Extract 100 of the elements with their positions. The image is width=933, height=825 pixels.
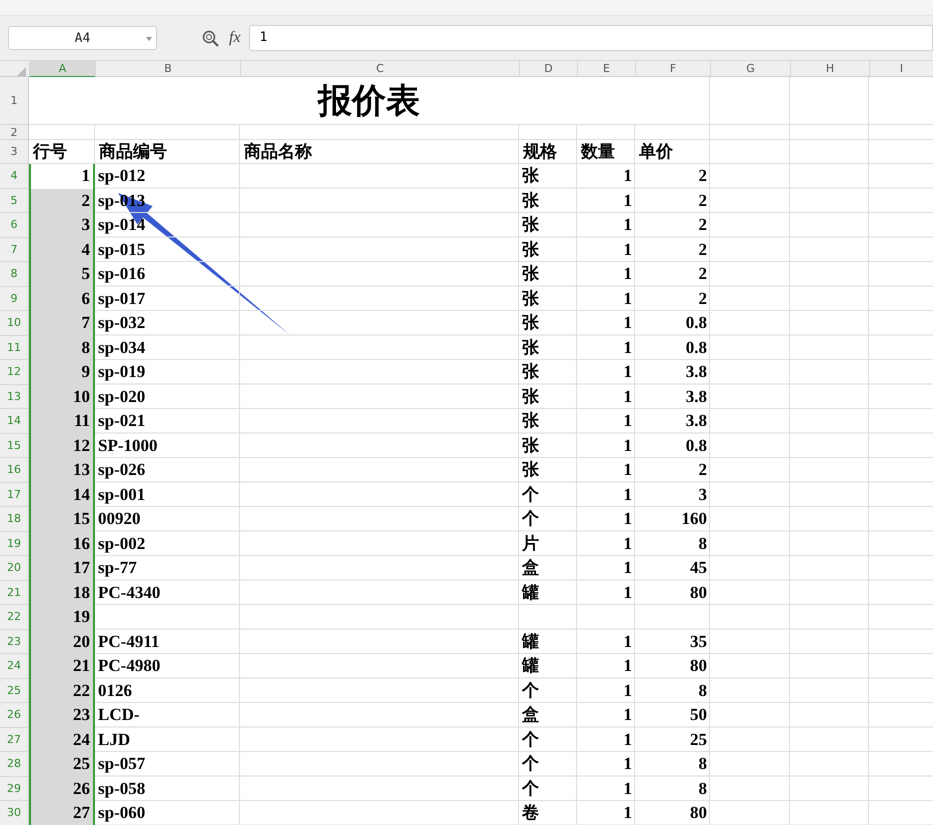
table-cell: 9 (29, 360, 95, 384)
table-cell-text: 个 (520, 508, 540, 530)
row-header[interactable]: 24 (0, 654, 29, 678)
row-header[interactable]: 25 (0, 678, 29, 703)
table-cell-text: 2 (698, 190, 708, 212)
table-cell-text: 张 (521, 410, 540, 432)
row-header[interactable]: 19 (0, 532, 29, 556)
column-header[interactable]: A (29, 61, 95, 78)
row-header[interactable]: 27 (0, 728, 29, 752)
row-header[interactable]: 7 (0, 238, 29, 262)
function-button[interactable]: fx (229, 29, 241, 47)
caret-icon (146, 37, 152, 41)
table-cell-text: 1 (622, 802, 633, 824)
table-cell-text: PC-4980 (97, 655, 162, 677)
table-cell-text: 1 (622, 484, 633, 506)
table-cell-text: 80 (689, 655, 708, 677)
table-cell-text: sp-012 (97, 165, 146, 187)
column-title: 规格 (523, 141, 557, 163)
table-cell-text: 张 (521, 214, 540, 236)
table-cell-text: sp-016 (97, 263, 146, 285)
row-header[interactable]: 4 (0, 164, 29, 188)
table-cell-text: 1 (622, 288, 633, 310)
table-cell-text: 1 (622, 214, 633, 236)
row-header[interactable]: 21 (0, 580, 29, 605)
table-cell-text: 1 (622, 630, 633, 652)
column-title: 商品编号 (99, 141, 167, 163)
table-cell-text: 25 (689, 728, 708, 750)
row-header[interactable]: 26 (0, 703, 29, 728)
table-cell-text: sp-002 (97, 532, 146, 555)
row-header[interactable]: 2 (0, 125, 29, 140)
table-cell-text: sp-77 (97, 557, 138, 579)
table-cell-text: SP-1000 (97, 434, 158, 456)
table-cell-text: 个 (520, 753, 540, 775)
row-header[interactable]: 1 (0, 77, 29, 125)
row-header[interactable]: 30 (0, 801, 29, 825)
table-cell-text: LJD (97, 728, 132, 750)
table-cell: 7 (29, 311, 95, 336)
table-cell-text: 0.8 (684, 312, 708, 334)
table-cell: 10 (29, 384, 95, 409)
table-cell-text: 0.8 (684, 434, 708, 456)
column-title: 单价 (639, 141, 673, 163)
row-header[interactable]: 28 (0, 752, 29, 776)
column-title: 数量 (581, 141, 615, 163)
name-box[interactable]: A4 (8, 26, 157, 50)
row-header[interactable]: 6 (0, 213, 29, 238)
row-header[interactable]: 17 (0, 482, 29, 507)
table-cell-text: 0.8 (684, 336, 708, 358)
table-cell-text: 80 (689, 802, 708, 824)
table-cell-text: 张 (521, 459, 540, 481)
table-cell-text: 张 (521, 165, 540, 187)
table-cell: 6 (29, 286, 95, 311)
table-cell-text: 0126 (97, 680, 133, 702)
table-cell-text: sp-032 (97, 312, 146, 334)
table-cell: 22 (29, 678, 95, 703)
table-cell-text: 个 (520, 484, 540, 506)
row-header[interactable]: 18 (0, 507, 29, 532)
table-cell-text: 张 (521, 263, 540, 285)
table-cell-text: 1 (622, 434, 633, 456)
row-header[interactable]: 9 (0, 286, 29, 311)
table-cell-text: 1 (622, 459, 633, 481)
table-cell: 18 (29, 580, 95, 605)
table-cell-text: 1 (622, 410, 633, 432)
table-cell-text: 1 (622, 680, 633, 702)
row-header[interactable]: 5 (0, 188, 29, 213)
table-cell: 19 (29, 605, 95, 630)
row-header[interactable]: 11 (0, 336, 29, 360)
row-header[interactable]: 13 (0, 384, 29, 409)
row-header[interactable]: 29 (0, 776, 29, 801)
row-header[interactable]: 22 (0, 605, 29, 630)
row-header[interactable]: 23 (0, 630, 29, 654)
table-cell-text: sp-015 (97, 238, 146, 261)
zoom-icon[interactable] (202, 30, 219, 46)
table-cell: 11 (29, 409, 95, 434)
row-header[interactable]: 10 (0, 311, 29, 336)
table-cell-text: 1 (622, 386, 633, 408)
table-cell-text: sp-026 (97, 459, 146, 481)
table-cell-text: 1 (622, 165, 633, 187)
table-cell-text: 张 (521, 238, 540, 260)
table-cell-text: 张 (521, 361, 540, 383)
row-header[interactable]: 16 (0, 458, 29, 482)
table-cell-text: 张 (521, 288, 540, 310)
row-header[interactable]: 15 (0, 434, 29, 458)
table-cell: 13 (29, 458, 95, 482)
table-cell-text: 2 (698, 238, 708, 260)
table-cell-text: sp-001 (97, 484, 146, 506)
table-cell-text: 50 (689, 704, 708, 726)
table-cell-text: sp-060 (97, 802, 146, 824)
row-header[interactable]: 14 (0, 409, 29, 434)
table-cell-text: sp-017 (97, 288, 146, 310)
table-cell-text: sp-034 (97, 336, 146, 359)
table-cell-text: 盒 (521, 557, 540, 579)
row-header[interactable]: 8 (0, 262, 29, 286)
table-cell-text: 00920 (97, 508, 142, 530)
table-cell: 20 (29, 630, 95, 654)
table-cell-text: sp-021 (97, 410, 146, 432)
table-cell-text: 45 (689, 557, 708, 579)
row-header[interactable]: 3 (0, 140, 29, 164)
formula-field[interactable]: 1 (248, 25, 933, 51)
row-header[interactable]: 20 (0, 556, 29, 580)
row-header[interactable]: 12 (0, 360, 29, 384)
